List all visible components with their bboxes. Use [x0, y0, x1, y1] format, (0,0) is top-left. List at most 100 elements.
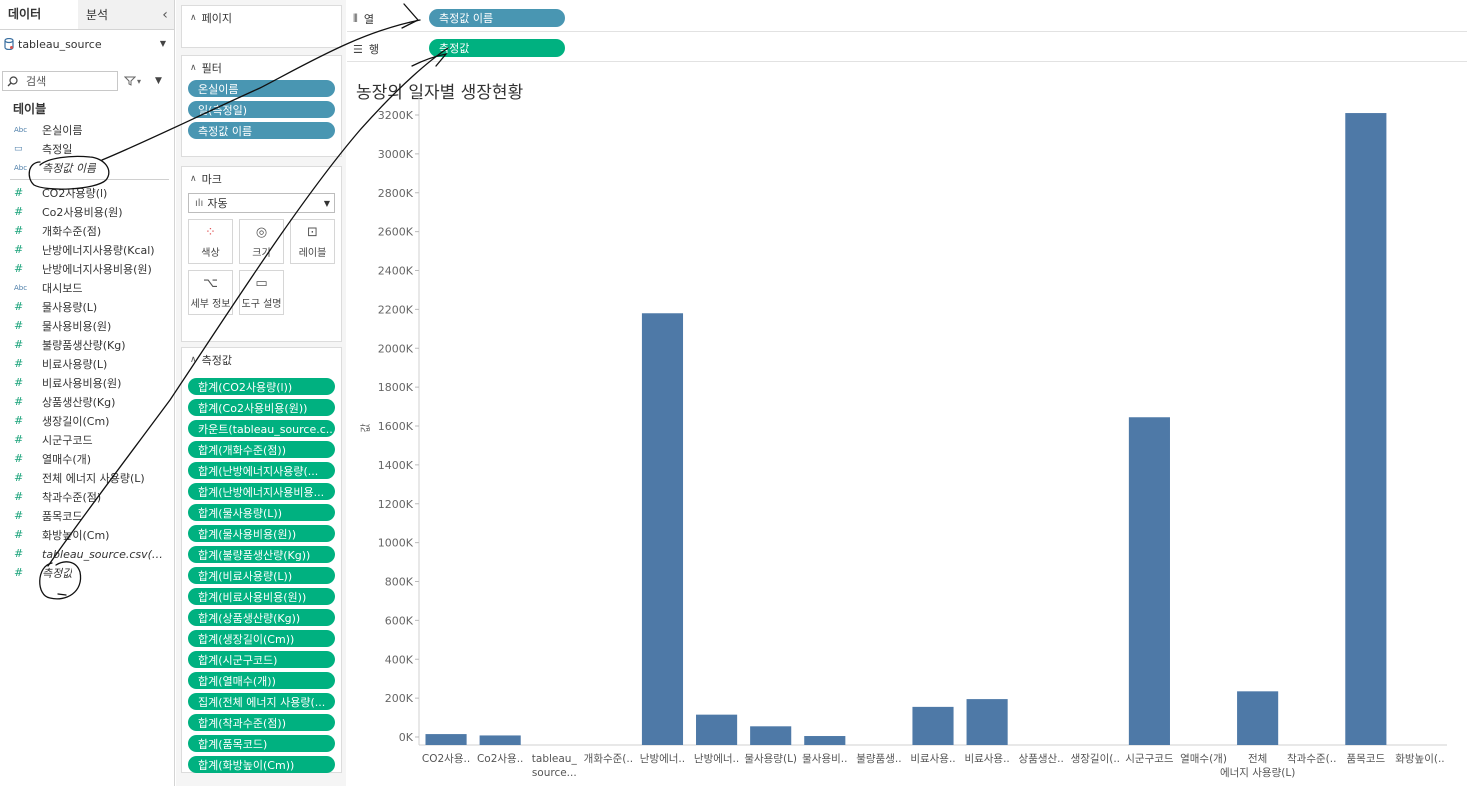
pages-card: ∧ 페이지	[181, 5, 342, 48]
rows-pill-measure-values[interactable]: 측정값	[429, 39, 565, 57]
measure-pill[interactable]: 합계(개화수준(점))	[188, 441, 335, 458]
measure-pill[interactable]: 합계(생장길이(Cm))	[188, 630, 335, 647]
x-tick-label: 화방높이(..	[1395, 753, 1444, 765]
field-item[interactable]: # 측정값	[0, 563, 175, 582]
field-item[interactable]: # 난방에너지사용량(Kcal)	[0, 240, 175, 259]
measure-pill[interactable]: 합계(시군구코드)	[188, 651, 335, 668]
x-tick-label: 전체 에너지 사용량(L)	[1220, 753, 1295, 779]
field-item[interactable]: # 물사용량(L)	[0, 297, 175, 316]
number-field-icon: #	[14, 452, 24, 465]
chevron-down-icon[interactable]: ▼	[160, 39, 166, 48]
measure-pill[interactable]: 합계(품목코드)	[188, 735, 335, 752]
filters-card-title[interactable]: ∧ 필터	[182, 56, 341, 80]
x-tick-label: 착과수준(..	[1287, 753, 1336, 765]
x-tick-label: 난방에너..	[694, 753, 739, 765]
number-field-icon: #	[14, 376, 24, 389]
collapse-pane-icon[interactable]: ‹	[156, 0, 174, 29]
columns-shelf[interactable]: ⦀ 열 측정값 이름	[347, 6, 1467, 32]
field-item[interactable]: # tableau_source.csv(카...	[0, 544, 175, 563]
measure-pill[interactable]: 합계(난방에너지사용량(...	[188, 462, 335, 479]
field-item[interactable]: # 난방에너지사용비용(원)	[0, 259, 175, 278]
x-tick-label: 열매수(개)	[1180, 753, 1227, 765]
field-item[interactable]: # 상품생산량(Kg)	[0, 392, 175, 411]
color-button[interactable]: ⁘ 색상	[188, 219, 233, 264]
filter-pill[interactable]: 측정값 이름	[188, 122, 335, 139]
y-tick-label: 2200K	[378, 303, 414, 316]
field-item[interactable]: # 화방높이(Cm)	[0, 525, 175, 544]
field-item[interactable]: # 물사용비용(원)	[0, 316, 175, 335]
measure-pill[interactable]: 합계(상품생산량(Kg))	[188, 609, 335, 626]
field-item[interactable]: # 전체 에너지 사용량(L)	[0, 468, 175, 487]
field-item[interactable]: # CO2사용량(l)	[0, 183, 175, 202]
field-item[interactable]: # 생장길이(Cm)	[0, 411, 175, 430]
data-source-name: tableau_source	[18, 37, 102, 51]
field-divider	[10, 179, 169, 180]
field-item[interactable]: # Co2사용비용(원)	[0, 202, 175, 221]
field-item[interactable]: # 비료사용비용(원)	[0, 373, 175, 392]
measure-pill[interactable]: 합계(비료사용비용(원))	[188, 588, 335, 605]
data-source-selector[interactable]: tableau_source ▼	[0, 30, 174, 58]
x-tick-label: 난방에너..	[640, 753, 685, 765]
field-item[interactable]: # 품목코드	[0, 506, 175, 525]
rows-shelf[interactable]: ☰ 행 측정값	[347, 36, 1467, 62]
measure-pill[interactable]: 합계(불량품생산량(Kg))	[188, 546, 335, 563]
measure-pill[interactable]: 합계(비료사용량(L))	[188, 567, 335, 584]
field-item[interactable]: Abc 측정값 이름	[0, 158, 175, 177]
measure-pill[interactable]: 합계(CO2사용량(l))	[188, 378, 335, 395]
tables-header: 테이블	[13, 102, 47, 116]
marks-card: ∧ 마크 ılı 자동 ▼ ⁘ 색상 ◎ 크기 ⊡ 레이블 ⌥ 세부 정보 ▭ …	[181, 166, 342, 342]
x-tick-label: 불량품생..	[856, 753, 901, 765]
y-tick-label: 400K	[385, 653, 414, 666]
search-placeholder: 검색	[26, 75, 47, 88]
measures-card-title[interactable]: ∧ 측정값	[182, 348, 341, 372]
mark-type-select[interactable]: ılı 자동 ▼	[188, 193, 335, 213]
funnel-icon	[124, 76, 136, 86]
number-field-icon: #	[14, 528, 24, 541]
measure-pill[interactable]: 합계(물사용비용(원))	[188, 525, 335, 542]
filter-pill[interactable]: 일(측정일)	[188, 101, 335, 118]
field-item[interactable]: # 시군구코드	[0, 430, 175, 449]
measure-pill[interactable]: 합계(난방에너지사용비용...	[188, 483, 335, 500]
x-tick-label: 물사용비..	[802, 753, 847, 765]
field-item[interactable]: # 개화수준(점)	[0, 221, 175, 240]
bar	[1237, 691, 1279, 745]
x-tick-label: 생장길이(..	[1071, 752, 1120, 765]
size-button[interactable]: ◎ 크기	[239, 219, 284, 264]
field-item[interactable]: ▭ 측정일	[0, 139, 175, 158]
measure-pill[interactable]: 합계(화방높이(Cm))	[188, 756, 335, 773]
columns-pill-measure-names[interactable]: 측정값 이름	[429, 9, 565, 27]
pane-menu-icon[interactable]: ▼	[155, 76, 162, 86]
search-input[interactable]: 검색	[2, 71, 118, 91]
measure-pill[interactable]: 합계(열매수(개))	[188, 672, 335, 689]
field-item[interactable]: # 열매수(개)	[0, 449, 175, 468]
tableau-workspace: 데이터 분석 ‹ tableau_source ▼ 검색 ▾ ▼ 테이블 Abc…	[0, 0, 1467, 786]
field-item[interactable]: Abc 대시보드	[0, 278, 175, 297]
x-tick-label: 개화수준(..	[584, 753, 633, 765]
marks-card-title[interactable]: ∧ 마크	[182, 167, 341, 191]
label-button[interactable]: ⊡ 레이블	[290, 219, 335, 264]
measure-pill[interactable]: 카운트(tableau_source.c...	[188, 420, 335, 437]
field-name: 물사용비용(원)	[42, 319, 112, 333]
measure-pill[interactable]: 합계(물사용량(L))	[188, 504, 335, 521]
measure-pill[interactable]: 합계(착과수준(점))	[188, 714, 335, 731]
filter-fields-button[interactable]: ▾	[124, 76, 141, 86]
detail-button[interactable]: ⌥ 세부 정보	[188, 270, 233, 315]
measure-pill[interactable]: 합계(Co2사용비용(원))	[188, 399, 335, 416]
filter-pill[interactable]: 온실이름	[188, 80, 335, 97]
measure-pill[interactable]: 집계(전체 에너지 사용량(...	[188, 693, 335, 710]
field-item[interactable]: # 착과수준(점)	[0, 487, 175, 506]
field-item[interactable]: Abc 온실이름	[0, 120, 175, 139]
measures-card: ∧ 측정값 합계(CO2사용량(l)) 합계(Co2사용비용(원)) 카운트(tabl…	[181, 347, 342, 773]
field-item[interactable]: # 불량품생산량(Kg)	[0, 335, 175, 354]
tab-data[interactable]: 데이터	[0, 0, 79, 29]
field-item[interactable]: # 비료사용량(L)	[0, 354, 175, 373]
field-name: 대시보드	[42, 281, 83, 295]
tooltip-button[interactable]: ▭ 도구 설명	[239, 270, 284, 315]
tab-analysis[interactable]: 분석	[78, 0, 157, 29]
y-tick-label: 1800K	[378, 381, 414, 394]
search-icon	[7, 75, 18, 86]
field-name: 착과수준(점)	[42, 490, 102, 504]
filters-card: ∧ 필터 온실이름일(측정일) 측정값 이름	[181, 55, 342, 157]
pages-card-title[interactable]: ∧ 페이지	[182, 6, 341, 30]
viz-area[interactable]: 농장의 일자별 생장현황 0K 200K 400K 600K 800K 1000K 1200…	[347, 66, 1467, 786]
